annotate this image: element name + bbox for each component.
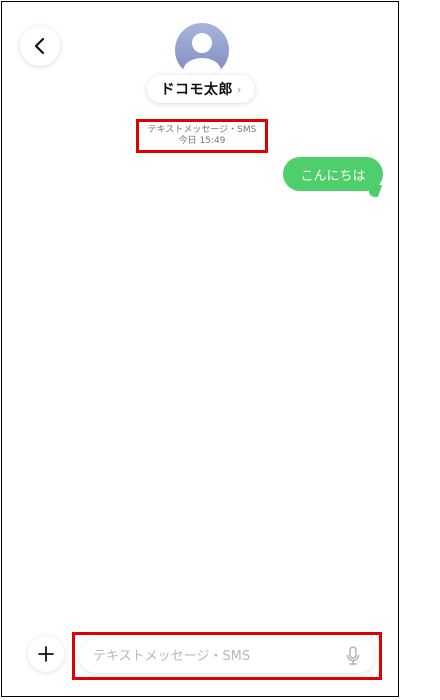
contact-avatar[interactable] [175, 23, 229, 77]
message-timestamp: 今日 15:49 [178, 136, 226, 146]
contact-name-button[interactable]: ドコモ太郎 › [147, 75, 255, 103]
add-attachment-button[interactable] [28, 636, 64, 672]
message-input-highlight [72, 632, 382, 680]
messages-screen: ドコモ太郎 › テキストメッセージ・SMS 今日 15:49 こんにちは [1, 1, 399, 697]
message-composer [79, 639, 375, 673]
message-input[interactable] [91, 647, 343, 665]
chevron-left-icon [34, 37, 45, 55]
bubble-tail [365, 185, 383, 197]
microphone-icon[interactable] [343, 644, 363, 668]
message-meta-highlight: テキストメッセージ・SMS 今日 15:49 [136, 119, 268, 153]
message-type-label: テキストメッセージ・SMS [147, 125, 257, 135]
person-avatar-icon [183, 33, 221, 77]
back-button[interactable] [20, 26, 60, 66]
plus-icon [38, 646, 54, 662]
outgoing-message-bubble[interactable]: こんにちは [283, 157, 383, 191]
contact-name: ドコモ太郎 [160, 82, 234, 98]
chevron-right-icon: › [237, 82, 242, 96]
